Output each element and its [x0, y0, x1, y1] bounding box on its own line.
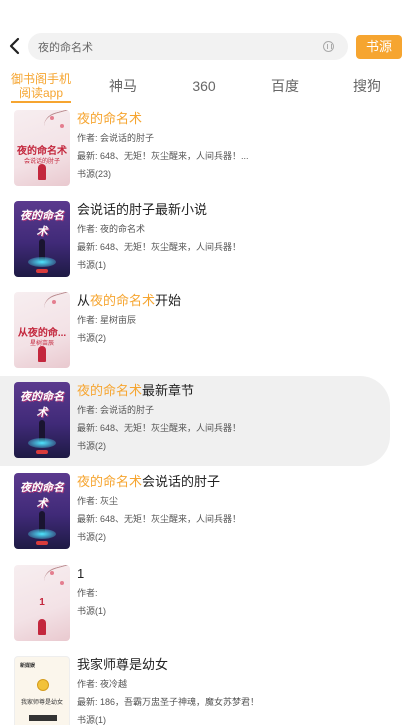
cover-title: 夜的命名术 — [17, 146, 67, 157]
book-author: 作者: 灰尘 — [77, 496, 119, 506]
book-title: 从夜的命名术开始 — [77, 293, 182, 308]
book-cover: 新媒娱 我家师尊是幼女 — [14, 656, 70, 725]
book-author: 作者: 星树亩辰 — [77, 315, 137, 325]
book-author: 作者: 会说话的肘子 — [77, 405, 155, 415]
book-source-count: 书源(23) — [77, 169, 112, 179]
book-latest-chapter: 最新: 648、无矩！灰尘醒来，人间兵器！ — [77, 242, 242, 252]
tab-baidu[interactable]: 百度 — [262, 68, 308, 104]
book-latest-chapter: 最新: 648、无矩！灰尘醒来，人间兵器！... — [77, 151, 249, 161]
book-source-count: 书源(1) — [77, 260, 106, 270]
search-input[interactable]: 夜的命名术 — [28, 33, 348, 60]
book-author: 作者: 夜冷越 — [77, 679, 128, 689]
book-source-button[interactable]: 书源 — [356, 35, 402, 59]
cover-title: 从夜的命... — [17, 328, 67, 339]
book-title: 夜的命名术最新章节 — [77, 383, 195, 398]
book-title: 我家师尊是幼女 — [77, 657, 169, 672]
cover-publisher-logo: 新媒娱 — [20, 663, 36, 669]
book-cover: 夜的命名术 会说话的肘子 — [14, 110, 70, 186]
book-cover: 1 — [14, 565, 70, 641]
top-bar: 夜的命名术 书源 — [0, 0, 408, 64]
list-item[interactable]: 夜的命名术 会说话的肘子最新小说 作者: 夜的命名术 最新: 648、无矩！灰尘… — [0, 197, 408, 287]
list-item[interactable]: 夜的命名术 夜的命名术会说话的肘子 作者: 灰尘 最新: 648、无矩！灰尘醒来… — [0, 469, 408, 559]
tab-sogou[interactable]: 搜狗 — [344, 68, 390, 104]
tab-label-line2: 阅读app — [18, 86, 64, 100]
book-latest-chapter: 最新: 648、无矩！灰尘醒来，人间兵器！ — [77, 423, 242, 433]
tab-yushuge[interactable]: 御书阁手机 阅读app — [10, 68, 72, 104]
book-title: 夜的命名术 — [77, 111, 143, 126]
list-item[interactable]: 新媒娱 我家师尊是幼女 我家师尊是幼女 作者: 夜冷越 最新: 186，吾霸万盅… — [0, 652, 408, 725]
book-title: 1 — [77, 566, 85, 581]
book-cover: 夜的命名术 — [14, 473, 70, 549]
cover-title: 夜的命名术 — [20, 210, 64, 238]
cover-title: 1 — [39, 597, 45, 608]
list-item[interactable]: 夜的命名术 会说话的肘子 夜的命名术 作者: 会说话的肘子 最新: 648、无矩… — [0, 106, 408, 196]
book-title: 会说话的肘子最新小说 — [77, 202, 208, 217]
tab-shenma[interactable]: 神马 — [100, 68, 146, 104]
book-latest-chapter: 最新: 648、无矩！灰尘醒来，人间兵器！ — [77, 514, 242, 524]
book-source-count: 书源(1) — [77, 606, 106, 616]
book-source-count: 书源(2) — [77, 532, 106, 542]
cover-title: 夜的命名术 — [20, 482, 64, 510]
book-cover: 夜的命名术 — [14, 382, 70, 458]
clear-icon[interactable] — [323, 41, 334, 52]
back-arrow-icon[interactable] — [6, 34, 24, 58]
book-author: 作者: — [77, 588, 98, 598]
cover-title: 夜的命名术 — [20, 391, 64, 419]
book-source-count: 书源(2) — [77, 333, 106, 343]
search-input-value: 夜的命名术 — [38, 42, 93, 54]
active-tab-indicator — [11, 101, 71, 103]
list-item[interactable]: 夜的命名术 夜的命名术最新章节 作者: 会说话的肘子 最新: 648、无矩！灰尘… — [0, 376, 390, 466]
book-cover: 从夜的命... 星树亩辰 — [14, 292, 70, 368]
book-source-count: 书源(1) — [77, 715, 106, 725]
book-title: 夜的命名术会说话的肘子 — [77, 474, 221, 489]
book-source-count: 书源(2) — [77, 441, 106, 451]
list-item[interactable]: 从夜的命... 星树亩辰 从夜的命名术开始 作者: 星树亩辰 书源(2) — [0, 288, 408, 378]
list-item[interactable]: 1 1 作者: 书源(1) — [0, 561, 408, 651]
tab-360[interactable]: 360 — [182, 68, 226, 104]
tab-label-line1: 御书阁手机 — [10, 72, 71, 86]
book-cover: 夜的命名术 — [14, 201, 70, 277]
book-author: 作者: 会说话的肘子 — [77, 133, 155, 143]
source-tabs: 御书阁手机 阅读app 神马 360 百度 搜狗 — [0, 68, 408, 104]
cover-title: 我家师尊是幼女 — [20, 700, 63, 706]
book-author: 作者: 夜的命名术 — [77, 224, 146, 234]
book-latest-chapter: 最新: 186，吾霸万盅圣子神魂，魔女苏梦君！ — [77, 697, 260, 707]
